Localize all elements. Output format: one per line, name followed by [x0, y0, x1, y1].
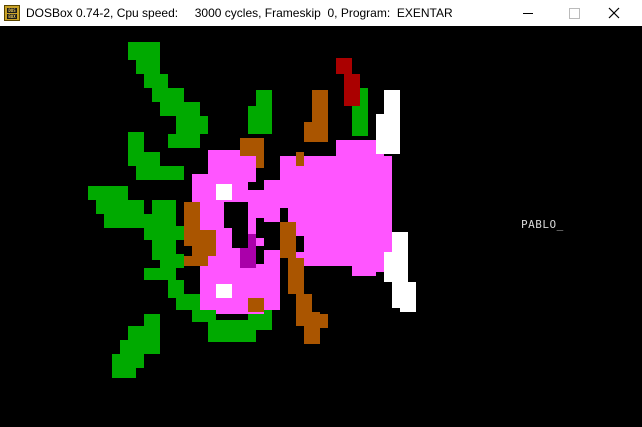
icon-text-bottom: BOX [7, 14, 17, 19]
pixel-block [256, 218, 264, 238]
pixel-block [152, 88, 184, 102]
pixel-block [264, 180, 288, 208]
pixel-block [128, 326, 160, 340]
pixel-block [248, 298, 264, 312]
pixel-block [360, 258, 384, 272]
pixel-block [344, 90, 360, 106]
pixel-block [160, 102, 200, 116]
pixel-block [400, 296, 416, 312]
title-bar[interactable]: DOS BOX DOSBox 0.74-2, Cpu speed: 3000 c… [0, 0, 642, 26]
pixel-block [168, 134, 200, 148]
maximize-button[interactable] [551, 0, 597, 26]
pixel-block [128, 132, 144, 152]
pixel-block [256, 152, 264, 168]
pixel-block [280, 222, 296, 258]
pixel-block [192, 230, 216, 256]
minimize-icon [523, 13, 533, 14]
icon-text-top: DOS [7, 8, 17, 13]
pixel-block [144, 268, 176, 280]
pixel-block [88, 186, 128, 200]
close-button[interactable] [596, 0, 642, 26]
pixel-block [384, 90, 400, 114]
pixel-block [128, 152, 160, 166]
text-cursor: _ [556, 218, 564, 231]
pixel-block [128, 42, 160, 60]
window-title: DOSBox 0.74-2, Cpu speed: 3000 cycles, F… [26, 6, 453, 20]
maximize-icon [569, 8, 580, 19]
pixel-block [336, 58, 352, 74]
pixel-block [304, 326, 320, 344]
pixel-block [176, 294, 200, 310]
pixel-block [176, 116, 208, 134]
pixel-block [136, 60, 160, 74]
pixel-block [376, 156, 392, 180]
pixel-block [184, 256, 208, 266]
pixel-block [136, 166, 184, 180]
pixel-block [120, 340, 160, 354]
pixel-block [192, 308, 216, 322]
pixel-block [144, 74, 168, 88]
pixel-block [288, 258, 304, 294]
pixel-block [112, 354, 144, 368]
pixel-block [304, 122, 328, 142]
pixel-block [264, 222, 280, 250]
close-icon [608, 7, 620, 19]
pixel-block [112, 366, 136, 378]
pixel-block [248, 106, 272, 134]
pixel-block [376, 114, 400, 154]
pixel-block [384, 252, 408, 282]
minimize-button[interactable] [505, 0, 551, 26]
pixel-block [232, 228, 248, 248]
dosbox-icon[interactable]: DOS BOX [4, 5, 20, 21]
pixel-block [216, 184, 232, 200]
pixel-block [152, 240, 176, 254]
pixel-block [320, 314, 328, 328]
name-prompt[interactable]: PABLO_ [521, 218, 564, 231]
pixel-block [344, 74, 360, 90]
pixel-block [96, 200, 144, 214]
pixel-block [104, 214, 152, 228]
pixel-block [224, 202, 248, 228]
pixel-block [312, 90, 328, 122]
pixel-block [296, 152, 304, 166]
pixel-block [296, 312, 320, 326]
pixel-block [160, 254, 184, 268]
pixel-block [296, 294, 312, 312]
pixel-block [144, 226, 184, 240]
dos-screen[interactable]: PABLO_ [0, 26, 642, 427]
pixel-block [216, 284, 232, 298]
pixel-block [256, 246, 264, 264]
prompt-text: PABLO [521, 218, 557, 231]
pixel-block [352, 102, 368, 136]
